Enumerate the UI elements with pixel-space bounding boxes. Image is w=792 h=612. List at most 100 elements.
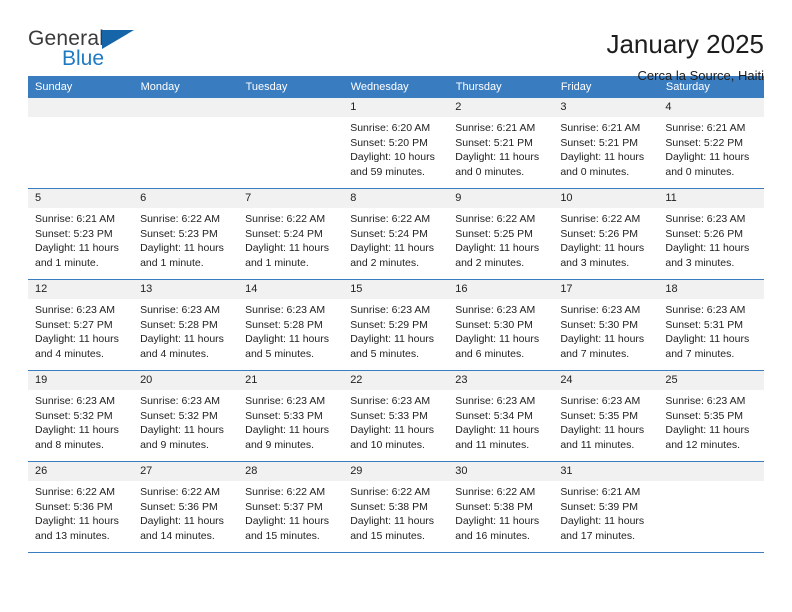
day-details: Sunrise: 6:23 AM Sunset: 5:26 PM Daylight:… (658, 208, 763, 270)
day-detail-line: Sunrise: 6:23 AM (665, 213, 746, 225)
day-detail-line: Sunrise: 6:22 AM (455, 486, 536, 498)
day-cell[interactable]: 9 Sunrise: 6:22 AM Sunset: 5:25 PM Daylight… (448, 188, 554, 280)
day-cell[interactable]: 2 Sunrise: 6:21 AM Sunset: 5:21 PM Daylight… (448, 98, 554, 189)
day-cell[interactable]: 12 Sunrise: 6:23 AM Sunset: 5:27 PM Dayligh… (28, 279, 134, 371)
day-number: 30 (448, 462, 554, 481)
day-details: Sunrise: 6:23 AM Sunset: 5:30 PM Daylight:… (448, 299, 553, 361)
day-detail-line: Daylight: 11 hours (245, 333, 329, 345)
day-detail-line: Daylight: 11 hours (665, 151, 750, 163)
day-cell[interactable]: 18 Sunrise: 6:23 AM Sunset: 5:31 PM Dayligh… (658, 279, 764, 371)
day-detail-line: Sunset: 5:30 PM (560, 318, 638, 331)
day-detail-line: Sunset: 5:31 PM (665, 318, 744, 331)
day-detail-line: Daylight: 11 hours (35, 333, 119, 345)
day-cell[interactable]: 1 Sunrise: 6:20 AM Sunset: 5:20 PM Daylight… (343, 98, 449, 189)
day-detail-line: Daylight: 11 hours (665, 424, 750, 436)
general-blue-logo[interactable]: General Blue (28, 28, 148, 74)
day-cell[interactable]: 21 Sunrise: 6:23 AM Sunset: 5:33 PM Dayligh… (238, 370, 344, 462)
day-detail-line: Daylight: 11 hours (560, 333, 645, 345)
day-detail-line: and 9 minutes. (140, 438, 209, 451)
day-detail-line: Sunrise: 6:23 AM (140, 395, 221, 407)
day-detail-line: and 1 minute. (245, 256, 309, 269)
day-detail-line: Sunrise: 6:22 AM (35, 486, 115, 498)
day-details: Sunrise: 6:22 AM Sunset: 5:24 PM Daylight:… (343, 208, 448, 270)
day-cell[interactable]: 28 Sunrise: 6:22 AM Sunset: 5:37 PM Dayligh… (238, 461, 344, 553)
day-number: 23 (448, 371, 554, 390)
day-cell[interactable]: 22 Sunrise: 6:23 AM Sunset: 5:33 PM Dayligh… (343, 370, 449, 462)
day-number: 27 (133, 462, 239, 481)
day-cell[interactable]: 24 Sunrise: 6:23 AM Sunset: 5:35 PM Dayligh… (553, 370, 659, 462)
day-details: Sunrise: 6:23 AM Sunset: 5:30 PM Daylight:… (553, 299, 658, 361)
day-detail-line: Sunrise: 6:23 AM (665, 395, 746, 407)
day-detail-line: Daylight: 11 hours (455, 333, 540, 345)
day-details: Sunrise: 6:22 AM Sunset: 5:36 PM Daylight:… (28, 481, 133, 543)
day-cell[interactable]: 5 Sunrise: 6:21 AM Sunset: 5:23 PM Daylight… (28, 188, 134, 280)
day-details: Sunrise: 6:22 AM Sunset: 5:23 PM Daylight:… (133, 208, 238, 270)
day-detail-line: Sunset: 5:39 PM (560, 500, 638, 513)
day-detail-line: Sunset: 5:26 PM (665, 227, 744, 240)
day-cell[interactable]: 14 Sunrise: 6:23 AM Sunset: 5:28 PM Dayligh… (238, 279, 344, 371)
day-detail-line: and 9 minutes. (245, 438, 315, 451)
day-details: Sunrise: 6:22 AM Sunset: 5:37 PM Daylight:… (238, 481, 343, 543)
day-cell[interactable]: 23 Sunrise: 6:23 AM Sunset: 5:34 PM Dayligh… (448, 370, 554, 462)
day-detail-line: Sunrise: 6:22 AM (455, 213, 536, 225)
day-detail-line: Daylight: 11 hours (350, 242, 435, 254)
day-detail-line: Sunrise: 6:23 AM (455, 395, 536, 407)
day-details: Sunrise: 6:23 AM Sunset: 5:27 PM Daylight:… (28, 299, 133, 361)
day-cell[interactable]: 4 Sunrise: 6:21 AM Sunset: 5:22 PM Daylight… (658, 98, 764, 189)
day-details: Sunrise: 6:23 AM Sunset: 5:29 PM Daylight:… (343, 299, 448, 361)
day-cell[interactable]: 27 Sunrise: 6:22 AM Sunset: 5:36 PM Dayligh… (133, 461, 239, 553)
day-detail-line: Sunrise: 6:23 AM (245, 304, 326, 316)
day-detail-line: and 4 minutes. (140, 347, 209, 360)
day-cell[interactable]: 15 Sunrise: 6:23 AM Sunset: 5:29 PM Dayligh… (343, 279, 449, 371)
day-detail-line: Sunset: 5:35 PM (665, 409, 744, 422)
day-details: Sunrise: 6:23 AM Sunset: 5:32 PM Daylight:… (133, 390, 238, 452)
day-cell[interactable]: 30 Sunrise: 6:22 AM Sunset: 5:38 PM Dayligh… (448, 461, 554, 553)
day-detail-line: and 5 minutes. (350, 347, 420, 360)
day-detail-line: Daylight: 11 hours (665, 242, 750, 254)
day-cell[interactable]: 29 Sunrise: 6:22 AM Sunset: 5:38 PM Dayligh… (343, 461, 449, 553)
day-detail-line: and 0 minutes. (560, 165, 630, 178)
day-details: Sunrise: 6:21 AM Sunset: 5:39 PM Daylight:… (553, 481, 658, 543)
day-cell[interactable]: 17 Sunrise: 6:23 AM Sunset: 5:30 PM Dayligh… (553, 279, 659, 371)
calendar-week-row: 1 Sunrise: 6:20 AM Sunset: 5:20 PM Daylight… (28, 98, 764, 189)
day-detail-line: Sunrise: 6:23 AM (560, 395, 641, 407)
day-details: Sunrise: 6:23 AM Sunset: 5:33 PM Daylight:… (238, 390, 343, 452)
day-number: 11 (658, 189, 764, 208)
day-detail-line: Daylight: 11 hours (245, 515, 329, 527)
day-number (133, 98, 239, 117)
day-cell[interactable]: 13 Sunrise: 6:23 AM Sunset: 5:28 PM Dayligh… (133, 279, 239, 371)
day-detail-line: and 11 minutes. (560, 438, 635, 451)
day-detail-line: and 3 minutes. (560, 256, 630, 269)
day-cell[interactable]: 31 Sunrise: 6:21 AM Sunset: 5:39 PM Dayligh… (553, 461, 659, 553)
day-detail-line: Daylight: 11 hours (35, 515, 119, 527)
day-detail-line: Sunrise: 6:23 AM (665, 304, 746, 316)
day-detail-line: Sunset: 5:24 PM (350, 227, 428, 240)
day-number: 12 (28, 280, 134, 299)
day-number: 9 (448, 189, 554, 208)
day-cell[interactable]: 19 Sunrise: 6:23 AM Sunset: 5:32 PM Dayligh… (28, 370, 134, 462)
day-number: 10 (553, 189, 659, 208)
day-detail-line: Sunrise: 6:22 AM (350, 486, 431, 498)
day-detail-line: Daylight: 11 hours (245, 242, 329, 254)
day-cell[interactable]: 3 Sunrise: 6:21 AM Sunset: 5:21 PM Daylight… (553, 98, 659, 189)
day-number (658, 462, 764, 481)
day-number: 7 (238, 189, 344, 208)
day-cell[interactable]: 11 Sunrise: 6:23 AM Sunset: 5:26 PM Dayligh… (658, 188, 764, 280)
day-number: 19 (28, 371, 134, 390)
day-detail-line: Sunset: 5:28 PM (140, 318, 218, 331)
day-cell[interactable]: 7 Sunrise: 6:22 AM Sunset: 5:24 PM Daylight… (238, 188, 344, 280)
day-detail-line: Sunrise: 6:23 AM (140, 304, 221, 316)
day-cell[interactable]: 26 Sunrise: 6:22 AM Sunset: 5:36 PM Dayligh… (28, 461, 134, 553)
day-detail-line: and 2 minutes. (350, 256, 420, 269)
day-cell[interactable]: 20 Sunrise: 6:23 AM Sunset: 5:32 PM Dayligh… (133, 370, 239, 462)
day-detail-line: and 15 minutes. (350, 529, 425, 542)
day-cell[interactable]: 6 Sunrise: 6:22 AM Sunset: 5:23 PM Daylight… (133, 188, 239, 280)
day-cell[interactable]: 10 Sunrise: 6:22 AM Sunset: 5:26 PM Dayligh… (553, 188, 659, 280)
day-cell[interactable]: 25 Sunrise: 6:23 AM Sunset: 5:35 PM Dayligh… (658, 370, 764, 462)
day-cell[interactable]: 8 Sunrise: 6:22 AM Sunset: 5:24 PM Daylight… (343, 188, 449, 280)
day-number: 8 (343, 189, 449, 208)
day-number: 20 (133, 371, 239, 390)
day-cell[interactable]: 16 Sunrise: 6:23 AM Sunset: 5:30 PM Dayligh… (448, 279, 554, 371)
day-number: 16 (448, 280, 554, 299)
day-number: 3 (553, 98, 659, 117)
